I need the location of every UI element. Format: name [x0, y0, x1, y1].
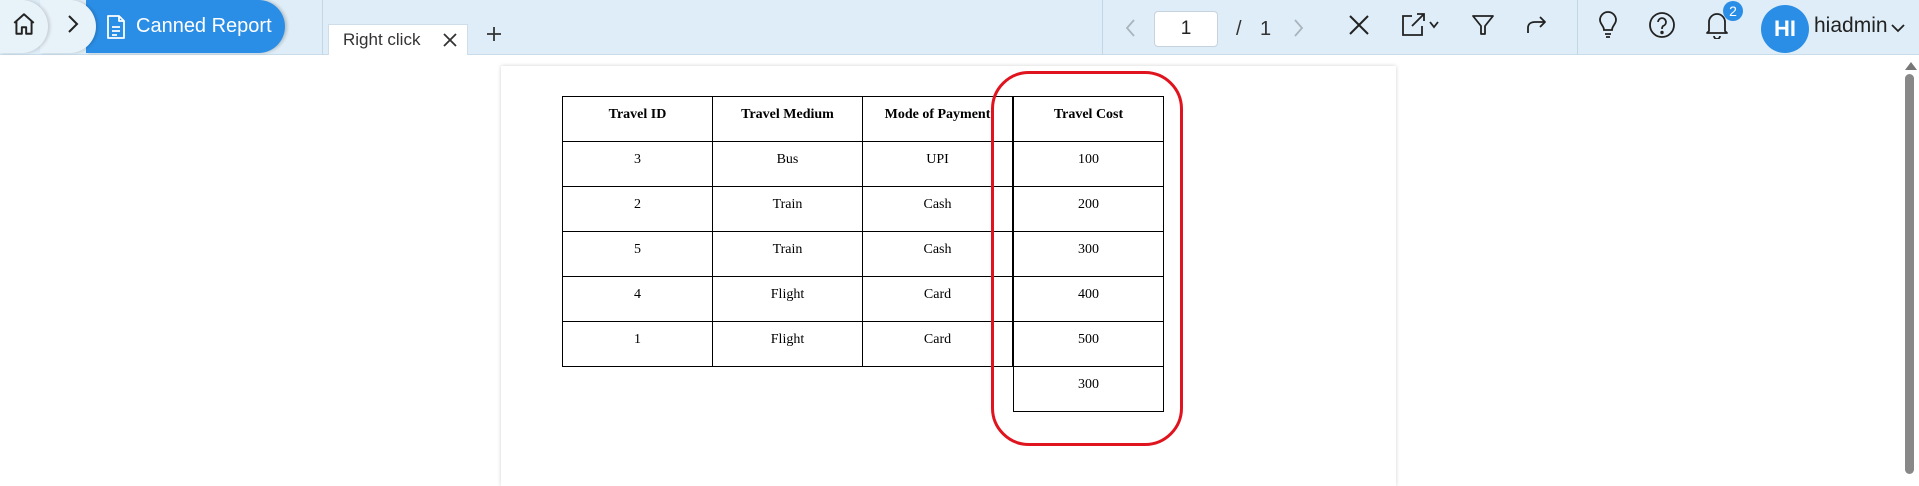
table-cell: 100 [1013, 141, 1164, 187]
table-row: 4 Flight Card 400 [562, 276, 1164, 322]
vertical-scrollbar[interactable] [1900, 56, 1919, 475]
page-number-input[interactable] [1154, 11, 1218, 47]
divider [1102, 0, 1103, 55]
divider [322, 0, 323, 55]
top-bar: Canned Report Right click / 1 [0, 0, 1919, 55]
table-cell: Train [712, 186, 863, 232]
table-row: 5 Train Cash 300 [562, 231, 1164, 277]
share-button[interactable] [1522, 12, 1552, 42]
table-cell: UPI [862, 141, 1013, 187]
chevron-down-icon[interactable] [1891, 20, 1905, 38]
table-cell: 4 [562, 276, 713, 322]
column-header: Travel Cost [1013, 96, 1164, 142]
close-report-icon [1347, 13, 1371, 42]
chevron-right-icon [66, 14, 80, 39]
table-cell: Bus [712, 141, 863, 187]
column-header: Travel Medium [712, 96, 863, 142]
total-cost-cell: 300 [1013, 366, 1164, 412]
report-page: Travel ID Travel Medium Mode of Payment … [501, 66, 1396, 486]
chevron-right-icon[interactable] [1293, 17, 1305, 44]
table-cell: 3 [562, 141, 713, 187]
scroll-thumb[interactable] [1905, 74, 1914, 474]
blank-cell [713, 367, 863, 412]
export-button[interactable] [1400, 12, 1442, 42]
table-cell: 5 [562, 231, 713, 277]
export-icon [1400, 12, 1442, 43]
add-tab-button[interactable] [484, 26, 504, 46]
table-cell: 400 [1013, 276, 1164, 322]
report-table: Travel ID Travel Medium Mode of Payment … [562, 96, 1164, 412]
share-icon [1525, 13, 1549, 42]
document-icon [106, 14, 126, 39]
filter-button[interactable] [1468, 12, 1498, 42]
close-icon[interactable] [443, 33, 457, 47]
table-row: 2 Train Cash 200 [562, 186, 1164, 232]
breadcrumb-label: Canned Report [136, 15, 272, 37]
notification-badge: 2 [1723, 1, 1743, 21]
help-icon [1648, 11, 1676, 44]
table-row: 1 Flight Card 500 [562, 321, 1164, 367]
table-cell: 2 [562, 186, 713, 232]
table-cell: 1 [562, 321, 713, 367]
table-cell: Flight [712, 276, 863, 322]
table-cell: Flight [712, 321, 863, 367]
filter-icon [1471, 13, 1495, 42]
page-total: 1 [1260, 18, 1272, 40]
table-cell: 500 [1013, 321, 1164, 367]
table-cell: Card [862, 276, 1013, 322]
blank-cell [863, 367, 1013, 412]
divider [1577, 0, 1578, 55]
plus-icon [487, 26, 501, 46]
avatar[interactable]: HI [1761, 5, 1809, 53]
blank-cell [563, 367, 713, 412]
home-icon [11, 11, 37, 42]
column-header: Travel ID [562, 96, 713, 142]
table-row: 3 Bus UPI 100 [562, 141, 1164, 187]
breadcrumb-canned-report[interactable]: Canned Report [86, 0, 285, 53]
column-header: Mode of Payment [862, 96, 1013, 142]
table-cell: Card [862, 321, 1013, 367]
lightbulb-icon [1596, 10, 1620, 44]
chevron-left-icon[interactable] [1124, 17, 1136, 44]
table-cell: Cash [862, 231, 1013, 277]
page-separator: / [1236, 18, 1242, 40]
table-total-row: 300 [563, 366, 1164, 412]
table-cell: Cash [862, 186, 1013, 232]
scroll-up-arrow-icon[interactable] [1905, 62, 1917, 70]
tab-label: Right click [343, 30, 421, 49]
table-header-row: Travel ID Travel Medium Mode of Payment … [562, 96, 1164, 142]
table-cell: 200 [1013, 186, 1164, 232]
help-button[interactable] [1647, 11, 1677, 44]
username[interactable]: hiadmin [1814, 14, 1888, 38]
table-cell: 300 [1013, 231, 1164, 277]
insights-button[interactable] [1593, 10, 1623, 44]
tab-right-click[interactable]: Right click [328, 24, 468, 55]
breadcrumb-chevron-button[interactable] [40, 0, 96, 53]
close-report-button[interactable] [1344, 12, 1374, 42]
report-viewer: Travel ID Travel Medium Mode of Payment … [0, 56, 1919, 486]
table-cell: Train [712, 231, 863, 277]
